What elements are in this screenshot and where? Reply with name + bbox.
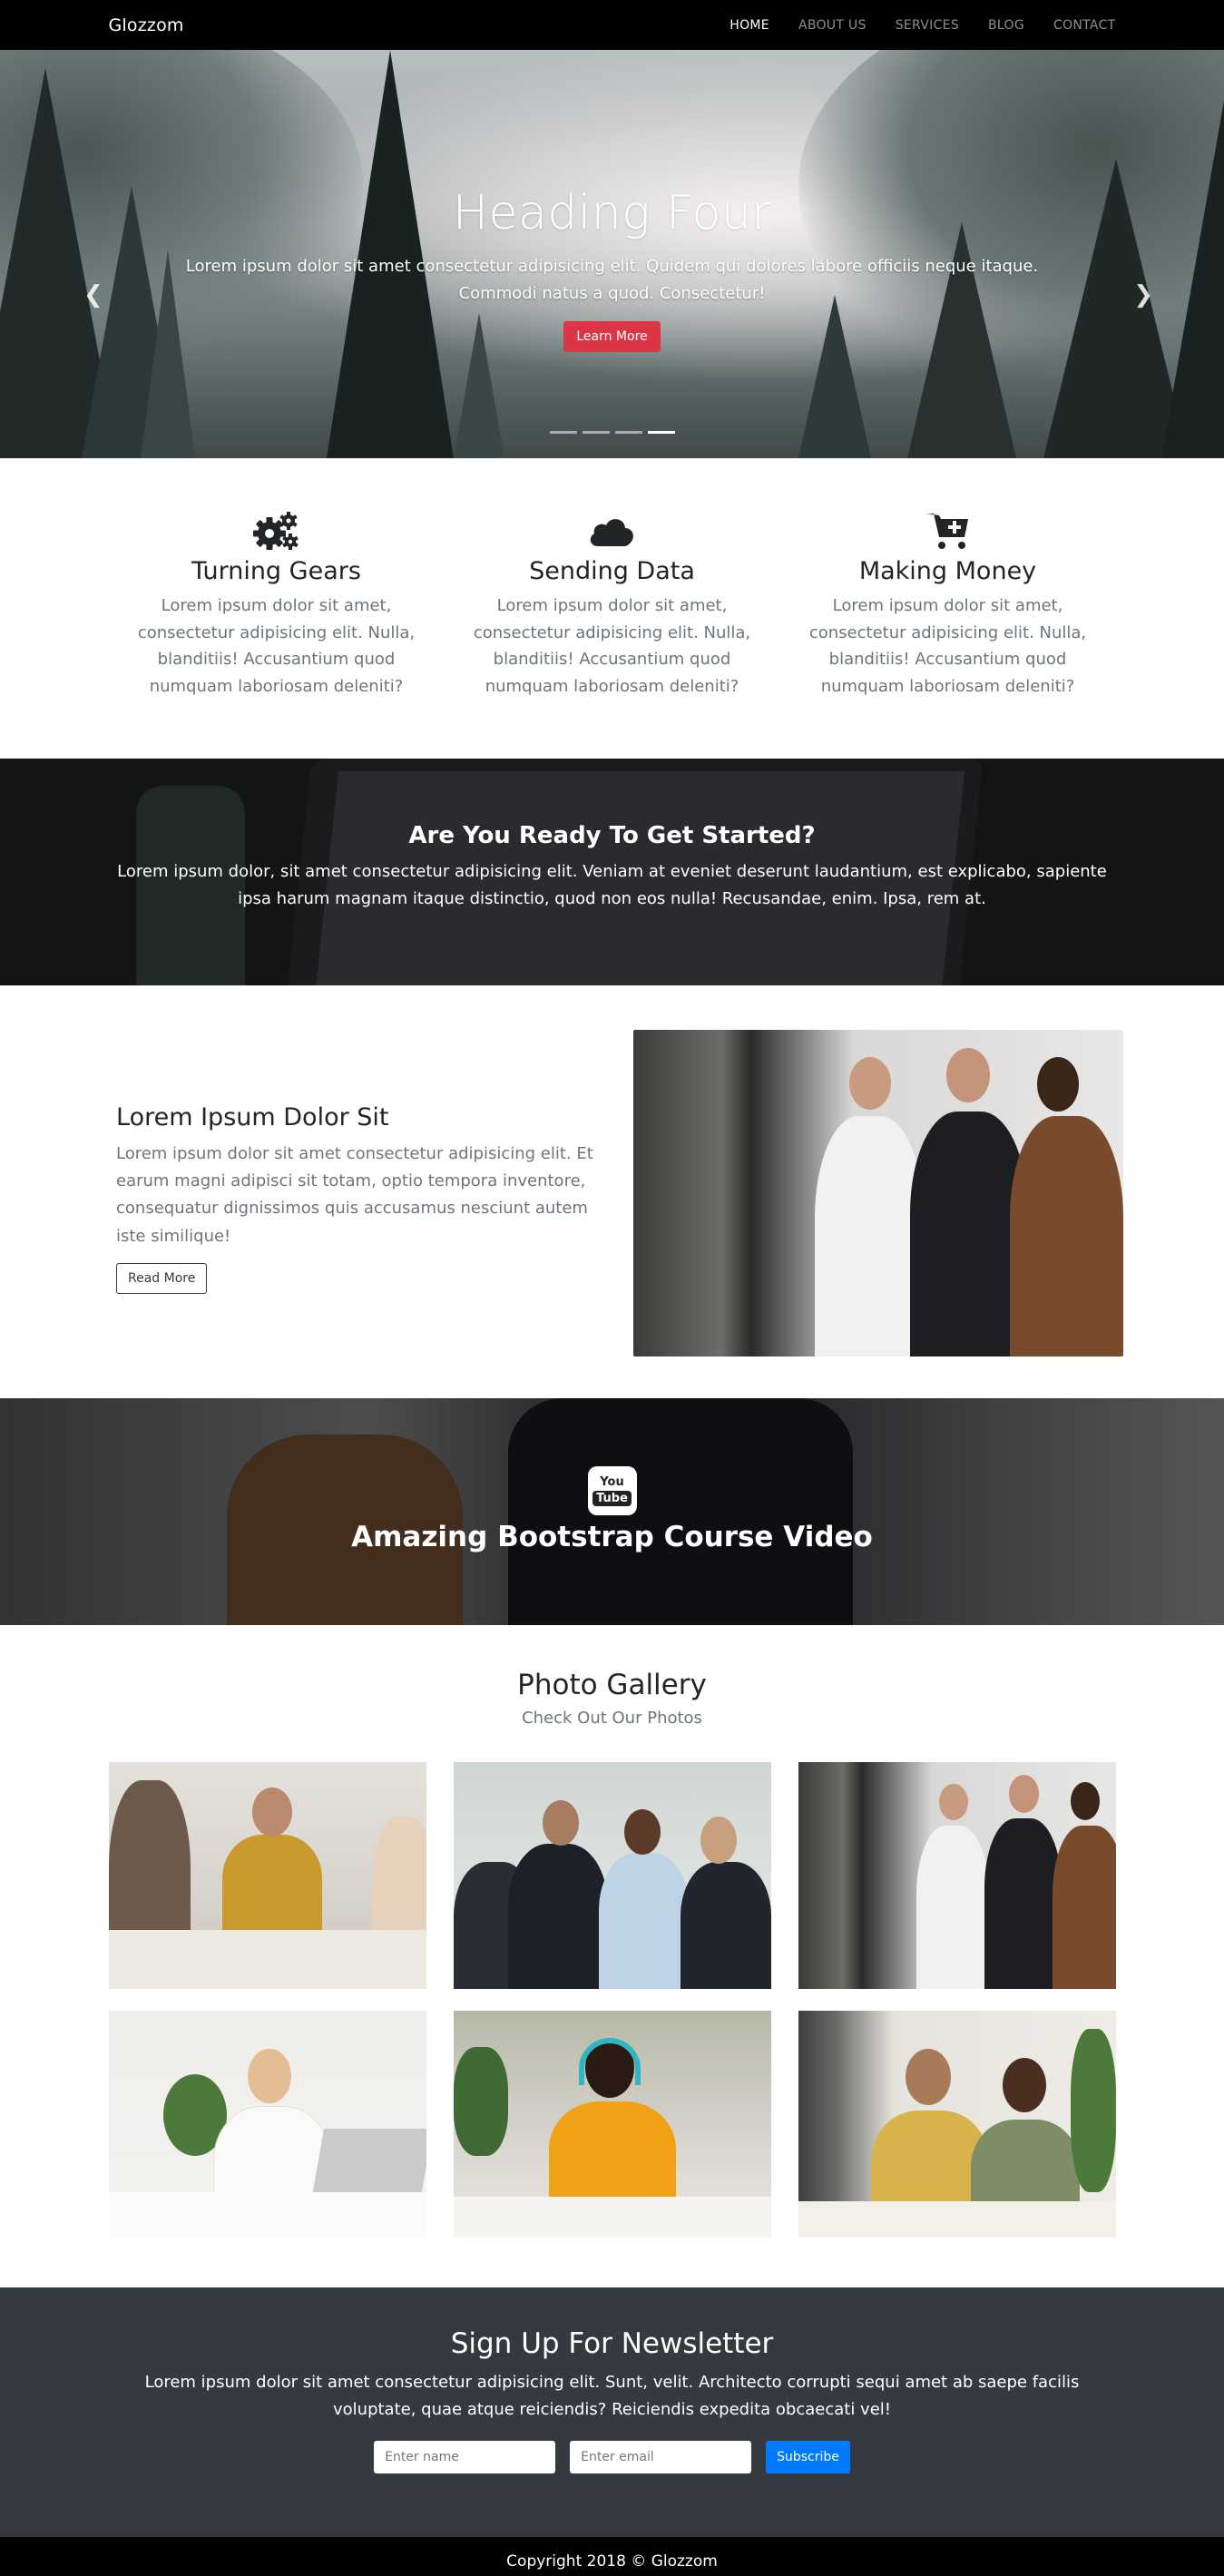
woman-at-laptop-photo[interactable]	[108, 2011, 426, 2238]
carousel-indicator[interactable]	[614, 431, 642, 434]
three-colleagues-photo[interactable]	[798, 1762, 1116, 1989]
cloud-icon	[590, 519, 633, 546]
nav-menu: HOME ABOUT US SERVICES BLOG CONTACT	[700, 18, 1115, 33]
name-input[interactable]	[374, 2441, 556, 2474]
carousel-indicators	[0, 431, 1224, 434]
footer: Copyright 2018 © Glozzom	[0, 2537, 1224, 2576]
gallery-title: Photo Gallery	[517, 1669, 707, 1701]
newsletter-text: Lorem ipsum dolor sit amet consectetur a…	[144, 2373, 1080, 2419]
feature-title: Turning Gears	[191, 557, 361, 585]
student-with-headphones-photo[interactable]	[453, 2011, 771, 2238]
nav-item-services[interactable]: SERVICES	[896, 18, 959, 33]
youtube-icon-you: You	[600, 1474, 624, 1489]
video-title: Amazing Bootstrap Course Video	[351, 1521, 873, 1553]
desk	[453, 2197, 771, 2238]
hero-caption: Heading Four Lorem ipsum dolor sit amet …	[0, 186, 1224, 353]
gallery-subtitle: Check Out Our Photos	[522, 1709, 702, 1728]
handshake-meeting-photo[interactable]	[108, 1762, 426, 1989]
carousel-indicator-active[interactable]	[647, 431, 675, 434]
desk	[108, 2192, 426, 2238]
nav-item-about[interactable]: ABOUT US	[798, 18, 867, 33]
hero-title: Heading Four	[452, 186, 772, 240]
info-section: Lorem Ipsum Dolor Sit Lorem ipsum dolor …	[0, 985, 1224, 1398]
read-more-button[interactable]: Read More	[116, 1262, 208, 1294]
newsletter-section: Sign Up For Newsletter Lorem ipsum dolor…	[0, 2287, 1224, 2537]
feature-card: Making Money Lorem ipsum dolor sit amet,…	[780, 508, 1116, 759]
feature-title: Making Money	[858, 557, 1037, 585]
youtube-icon[interactable]: You Tube	[587, 1466, 637, 1515]
feature-text: Lorem ipsum dolor sit amet, consectetur …	[137, 596, 416, 697]
video-section: You Tube Amazing Bootstrap Course Video	[0, 1398, 1224, 1625]
feature-card: Sending Data Lorem ipsum dolor sit amet,…	[445, 508, 780, 759]
subscribe-button[interactable]: Subscribe	[766, 2441, 850, 2474]
brand-logo[interactable]: Glozzom	[109, 15, 184, 35]
get-started-content: Are You Ready To Get Started? Lorem ipsu…	[0, 822, 1224, 912]
carousel-indicator[interactable]	[549, 431, 577, 434]
gallery-grid	[108, 1762, 1116, 2238]
hero-text: Lorem ipsum dolor sit amet consectetur a…	[185, 257, 1039, 303]
feature-card: Turning Gears Lorem ipsum dolor sit amet…	[109, 508, 445, 759]
youtube-icon-tube: Tube	[592, 1490, 632, 1506]
photo-gallery-section: Photo Gallery Check Out Our Photos	[0, 1625, 1224, 2287]
nav-item-blog[interactable]: BLOG	[988, 18, 1024, 33]
info-text: Lorem ipsum dolor sit amet consectetur a…	[116, 1144, 593, 1246]
nav-item-home[interactable]: HOME	[730, 18, 769, 33]
hero-carousel: ❮ ❯ Heading Four Lorem ipsum dolor sit a…	[0, 50, 1224, 458]
laptop	[310, 2129, 426, 2201]
video-content: You Tube Amazing Bootstrap Course Video	[0, 1466, 1224, 1553]
plant	[453, 2047, 508, 2156]
business-team-handshake-photo[interactable]	[453, 1762, 771, 1989]
features-section: Turning Gears Lorem ipsum dolor sit amet…	[0, 458, 1224, 759]
info-content: Lorem Ipsum Dolor Sit Lorem ipsum dolor …	[116, 1103, 611, 1294]
carousel-indicator[interactable]	[582, 431, 610, 434]
feature-text: Lorem ipsum dolor sit amet, consectetur …	[808, 596, 1087, 697]
gears-icon	[252, 512, 299, 550]
plant	[1070, 2029, 1116, 2192]
email-input[interactable]	[570, 2441, 752, 2474]
support-team-headsets-photo[interactable]	[798, 2011, 1116, 2238]
table	[108, 1930, 426, 1989]
get-started-section: Are You Ready To Get Started? Lorem ipsu…	[0, 759, 1224, 985]
three-colleagues-photo	[633, 1030, 1123, 1357]
learn-more-button[interactable]: Learn More	[563, 321, 661, 353]
nav-item-contact[interactable]: CONTACT	[1053, 18, 1116, 33]
newsletter-form: Subscribe	[0, 2441, 1224, 2474]
info-title: Lorem Ipsum Dolor Sit	[116, 1103, 389, 1131]
get-started-text: Lorem ipsum dolor, sit amet consectetur …	[117, 862, 1107, 908]
get-started-title: Are You Ready To Get Started?	[408, 822, 816, 849]
copyright-text: Copyright 2018 © Glozzom	[506, 2552, 718, 2571]
cart-plus-icon	[925, 514, 968, 549]
newsletter-title: Sign Up For Newsletter	[450, 2327, 774, 2360]
desk	[798, 2201, 1116, 2238]
feature-text: Lorem ipsum dolor sit amet, consectetur …	[473, 596, 751, 697]
navbar: Glozzom HOME ABOUT US SERVICES BLOG CONT…	[0, 0, 1224, 50]
feature-title: Sending Data	[529, 557, 695, 585]
